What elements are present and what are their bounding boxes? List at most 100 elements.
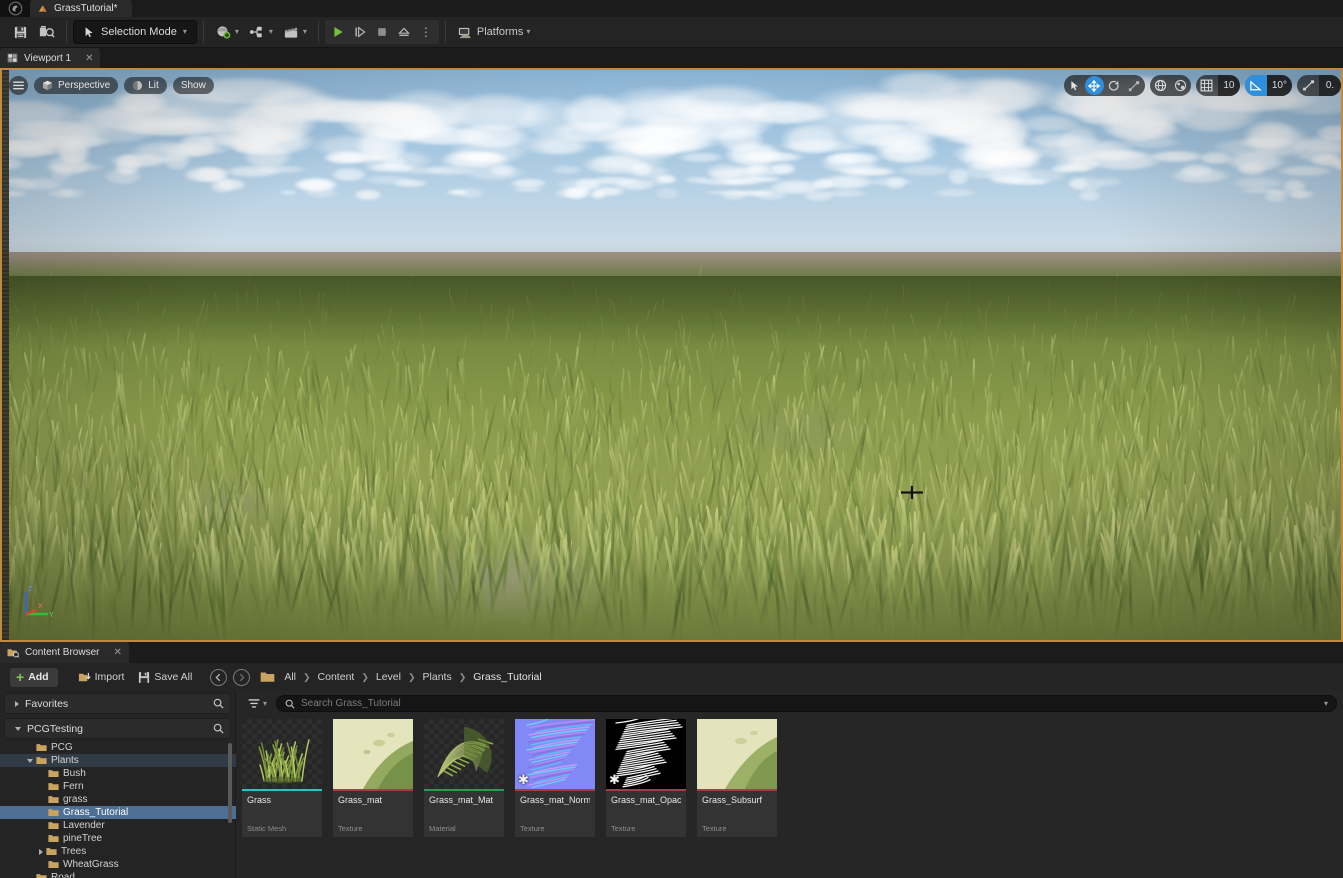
close-icon[interactable]: ✕ [113,647,121,658]
save-all-button[interactable]: Save All [132,667,198,687]
asset-info: Grass_Subsurf Texture [697,791,777,837]
asset-type: Material [429,824,456,833]
tree-item-pinetree[interactable]: pineTree [0,832,236,845]
step-button[interactable] [350,22,370,43]
level-viewport[interactable]: Perspective Lit Show 10 10° 0. Z Y X [0,68,1343,642]
cloud [1025,132,1089,148]
arrow-right-icon [240,673,245,681]
cloud [561,186,592,193]
chevron-down-icon[interactable] [27,758,33,763]
platforms-button[interactable]: Platforms ▾ [452,20,535,44]
import-button[interactable]: Import [72,667,131,687]
tree-item-bush[interactable]: Bush [0,767,236,780]
asset-name: Grass_mat [338,795,383,805]
tree-item-label: Fern [63,781,84,792]
chevron-right-icon[interactable] [39,848,43,855]
scale-snap-value[interactable]: 0. [1319,75,1341,96]
grass-shadow-gradient [2,276,1341,346]
add-button[interactable]: + Add [10,667,58,687]
stop-button[interactable] [372,22,392,43]
viewport-left-ruler [2,70,9,640]
play-more-options-button[interactable]: ⋮ [416,22,436,43]
scale-snap-toggle[interactable] [1297,75,1319,96]
cloud [390,178,429,187]
eject-button[interactable] [394,22,414,43]
cloud [230,135,277,155]
asset-view-pane: ▾ ▾ [236,691,1343,878]
viewport-show-dropdown[interactable]: Show [172,77,214,94]
breadcrumb-item-grass_tutorial[interactable]: Grass_Tutorial [471,671,543,683]
unreal-orb-icon[interactable] [0,0,30,17]
tree-scrollbar[interactable] [228,743,232,823]
asset-tile[interactable]: ✱ Grass_mat_Opacity Texture [606,719,686,837]
cloud [323,152,389,163]
search-icon[interactable] [213,723,224,734]
asset-tile[interactable]: Grass_mat_Mat Material [424,719,504,837]
tree-item-pcg[interactable]: PCG [0,741,236,754]
nav-forward-button[interactable] [233,668,251,686]
viewport-top-right-controls: 10 10° 0. [1063,75,1341,96]
title-bar: GrassTutorial* [0,0,1343,17]
tree-item-lavender[interactable]: Lavender [0,819,236,832]
tree-item-plants[interactable]: Plants [0,754,236,767]
asset-tile[interactable]: Grass_Subsurf Texture [697,719,777,837]
tree-item-fern[interactable]: Fern [0,780,236,793]
viewport-menu-button[interactable] [9,76,28,95]
tree-item-trees[interactable]: Trees [0,845,236,858]
breadcrumb-item-content[interactable]: Content [316,671,357,683]
breadcrumb-item-all[interactable]: All [282,671,298,683]
tab-viewport-1[interactable]: Viewport 1 ✕ [0,48,101,68]
unsaved-indicator-icon: ✱ [518,772,529,787]
add-actor-button[interactable]: ▾ [210,20,244,44]
chevron-down-icon: ▾ [234,27,239,36]
viewport-perspective-dropdown[interactable]: Perspective [34,77,119,94]
asset-tile[interactable]: Grass Static Mesh [242,719,322,837]
grid-snap-value[interactable]: 10 [1217,75,1240,96]
cloud [739,151,807,162]
breadcrumb-item-level[interactable]: Level [374,671,403,683]
chevron-down-icon[interactable]: ▾ [1324,699,1328,708]
platforms-icon [458,27,471,38]
scale-tool-button[interactable] [1125,76,1144,95]
favorites-header[interactable]: Favorites [4,693,231,714]
eject-icon [397,27,410,36]
sphere-icon [133,80,143,91]
select-tool-button[interactable] [1065,76,1084,95]
selection-mode-dropdown[interactable]: Selection Mode ▾ [73,20,197,44]
breadcrumb-item-plants[interactable]: Plants [421,671,454,683]
filters-button[interactable]: ▾ [244,695,271,713]
angle-snap-value[interactable]: 10° [1266,75,1292,96]
close-icon[interactable]: ✕ [85,53,93,64]
level-tab[interactable]: GrassTutorial* [30,0,132,17]
transform-tools-group [1063,75,1145,96]
source-control-button[interactable] [33,20,60,44]
play-button[interactable] [328,22,348,43]
cinematics-button[interactable]: ▾ [278,20,312,44]
nav-back-button[interactable] [210,668,228,686]
tree-item-wheatgrass[interactable]: WheatGrass [0,858,236,871]
angle-snap-toggle[interactable] [1244,75,1267,96]
main-toolbar: Selection Mode ▾ ▾ ▾ ▾ ⋮ Platforms ▾ [0,17,1343,48]
cloud [1285,189,1318,198]
search-icon[interactable] [213,698,224,709]
tree-item-grass[interactable]: grass [0,793,236,806]
asset-tile[interactable]: Grass_mat Texture [333,719,413,837]
tree-item-label: pineTree [63,833,103,844]
surface-snap-button[interactable] [1171,76,1190,95]
cloud [353,189,384,200]
tree-item-road[interactable]: Road [0,871,236,878]
viewport-lighting-dropdown[interactable]: Lit [124,77,167,94]
save-button[interactable] [8,20,33,44]
move-tool-button[interactable] [1084,76,1104,95]
tree-item-grass_tutorial[interactable]: Grass_Tutorial [0,806,236,819]
tab-content-browser[interactable]: Content Browser ✕ [0,642,129,663]
grid-snap-toggle[interactable] [1196,75,1218,96]
world-coordinate-button[interactable] [1151,76,1170,95]
asset-search-box[interactable]: ▾ [276,695,1337,712]
blueprints-button[interactable]: ▾ [244,20,278,44]
rotate-tool-button[interactable] [1105,76,1124,95]
pcgtesting-header[interactable]: PCGTesting [4,718,231,739]
grid-snap-group: 10 [1195,75,1240,96]
search-input[interactable] [301,698,1318,709]
asset-tile[interactable]: ✱ Grass_mat_Normal Texture [515,719,595,837]
